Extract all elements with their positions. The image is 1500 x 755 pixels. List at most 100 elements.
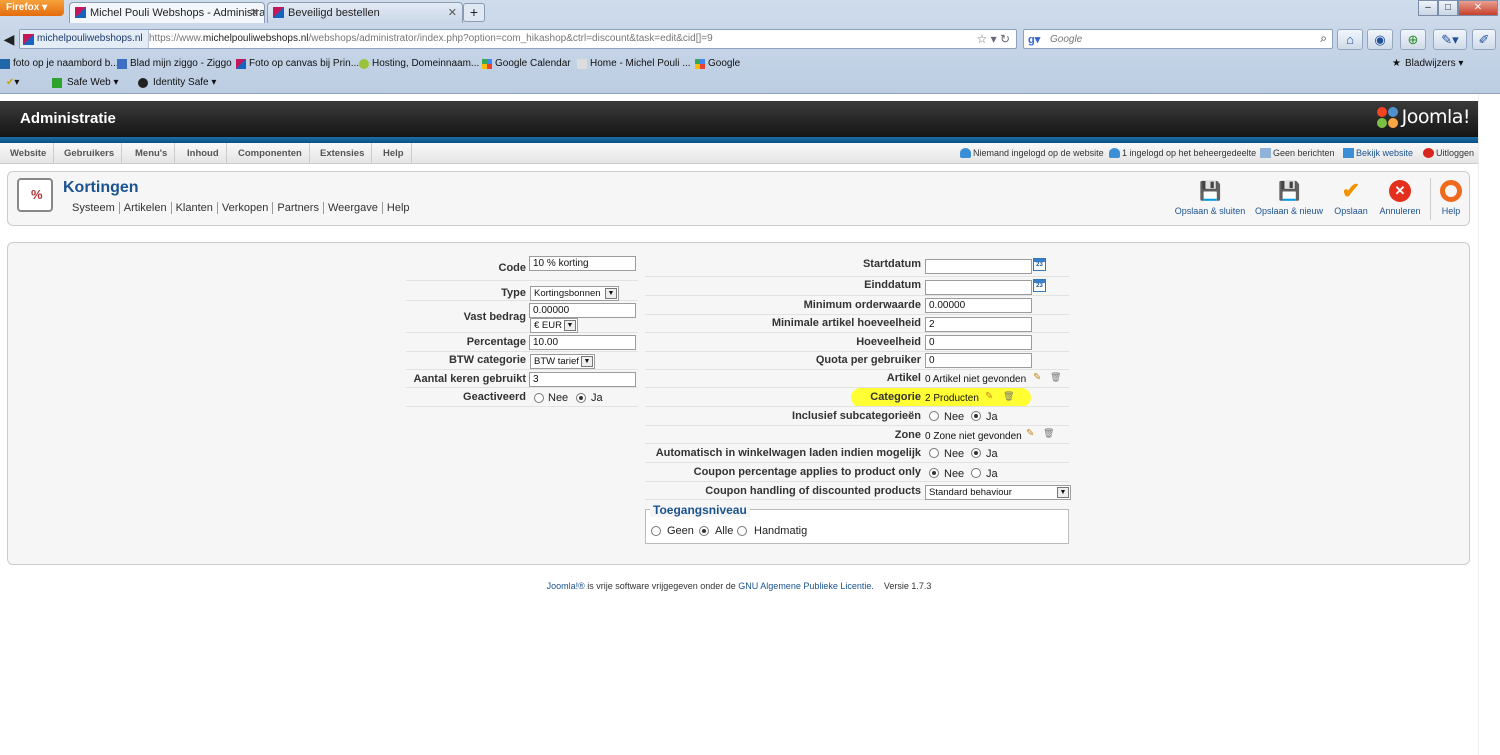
download-icon[interactable]: ⊕ (1400, 29, 1426, 50)
coupon-pct-no-radio[interactable] (929, 468, 939, 478)
submenu-help[interactable]: Help (383, 202, 414, 214)
percentage-input[interactable]: 10.00 (529, 335, 636, 350)
bookmarks-menu[interactable]: ★ Bladwijzers ▾ (1392, 58, 1463, 69)
submenu-products[interactable]: Artikelen (119, 202, 172, 214)
subcat-no-radio[interactable] (929, 411, 939, 421)
edit-icon[interactable]: ✎ (1033, 372, 1044, 383)
bookmark-item[interactable]: Hosting, Domeinnaam... (359, 58, 479, 69)
subcat-yes-label: Ja (986, 411, 998, 423)
page-scrollbar[interactable] (1478, 94, 1500, 755)
end-date-input[interactable] (925, 280, 1032, 295)
subcat-yes-radio[interactable] (971, 411, 981, 421)
bookmark-item[interactable]: Google (695, 58, 740, 69)
admin-users-icon (1109, 148, 1120, 158)
extension-icon[interactable]: ✐ (1472, 29, 1496, 50)
new-tab-button[interactable]: + (463, 3, 485, 22)
qty-input[interactable]: 0 (925, 335, 1032, 350)
active-no-radio[interactable] (534, 393, 544, 403)
menu-content[interactable]: Inhoud (180, 143, 227, 163)
firefox-menu-button[interactable]: Firefox ▾ (0, 0, 64, 16)
calendar-icon[interactable]: 23 (1033, 279, 1046, 292)
currency-select[interactable]: € EUR ▼ (530, 318, 578, 333)
maximize-button[interactable]: □ (1438, 0, 1458, 16)
save-button[interactable]: ✔ Opslaan (1332, 180, 1370, 220)
active-yes-radio[interactable] (576, 393, 586, 403)
reload-icon[interactable]: ↻ (1000, 32, 1010, 46)
close-window-button[interactable]: ✕ (1458, 0, 1498, 16)
submenu-system[interactable]: Systeem (68, 202, 120, 214)
menu-extensions[interactable]: Extensies (313, 143, 373, 163)
joomla-logo[interactable]: Joomla! (1376, 106, 1471, 129)
code-input[interactable]: 10 % korting (529, 256, 636, 271)
url-bar[interactable]: michelpouliwebshops.nl https://www.miche… (19, 29, 1017, 49)
bookmark-item[interactable]: Google Calendar (482, 58, 571, 69)
close-tab-icon[interactable]: ✕ (250, 6, 259, 19)
addon-icon[interactable]: ◉ (1367, 29, 1393, 50)
min-qty-input[interactable]: 2 (925, 317, 1032, 332)
access-none-radio[interactable] (651, 526, 661, 536)
logout-text: Uitloggen (1436, 148, 1475, 158)
tax-select[interactable]: BTW tarief ▼ (530, 354, 595, 369)
delete-icon[interactable]: 🗑 (1003, 391, 1014, 402)
quota-input[interactable]: 0 (925, 353, 1032, 368)
submenu-orders[interactable]: Verkopen (217, 202, 274, 214)
dropdown-icon[interactable]: ▾ (991, 32, 997, 46)
help-button[interactable]: Help (1437, 180, 1465, 220)
bookmark-item[interactable]: Blad mijn ziggo - Ziggo (117, 58, 232, 69)
search-input[interactable] (1050, 32, 1310, 46)
bookmark-item[interactable]: Home - Michel Pouli ... (577, 58, 691, 69)
autoload-yes-radio[interactable] (971, 448, 981, 458)
menu-menus[interactable]: Menu's (128, 143, 176, 163)
tools-icon[interactable]: ✎▾ (1433, 29, 1467, 50)
safe-web-button[interactable]: Safe Web ▾ (52, 77, 119, 88)
tab-checkout[interactable]: Beveiligd bestellen ✕ (267, 2, 463, 23)
autoload-no-radio[interactable] (929, 448, 939, 458)
fixed-amount-input[interactable]: 0.00000 (529, 303, 636, 318)
menu-components[interactable]: Componenten (231, 143, 310, 163)
subcategories-label: Inclusief subcategorieën (792, 410, 921, 422)
google-search-engine-icon[interactable]: g▾ (1028, 33, 1040, 46)
view-site-link[interactable]: Bekijk website (1343, 148, 1413, 158)
coupon-handling-select[interactable]: Standard behaviour ▼ (925, 485, 1071, 500)
edit-icon[interactable]: ✎ (985, 391, 996, 402)
min-order-input[interactable]: 0.00000 (925, 298, 1032, 313)
submenu-display[interactable]: Weergave (323, 202, 383, 214)
save-close-button[interactable]: 💾 Opslaan & sluiten (1174, 180, 1246, 220)
identity-safe-button[interactable]: Identity Safe ▾ (138, 77, 216, 88)
calendar-icon[interactable]: 23 (1033, 258, 1046, 271)
search-bar[interactable]: g▾ ⌕ (1023, 29, 1333, 49)
minimize-button[interactable]: – (1418, 0, 1438, 16)
submenu-partners[interactable]: Partners (273, 202, 324, 214)
norton-check-icon[interactable]: ✔▾ (6, 77, 19, 88)
close-tab-icon[interactable]: ✕ (448, 6, 457, 19)
joomla-link[interactable]: Joomla!® (547, 581, 585, 591)
menu-help[interactable]: Help (376, 143, 412, 163)
delete-icon[interactable]: 🗑 (1050, 372, 1061, 383)
back-arrow-icon[interactable]: ◀ (0, 29, 18, 49)
cancel-button[interactable]: ✕ Annuleren (1377, 180, 1423, 220)
home-icon[interactable]: ⌂ (1337, 29, 1363, 50)
messages-text: Geen berichten (1273, 148, 1335, 158)
bookmark-item[interactable]: foto op je naambord b... (0, 58, 119, 69)
site-identity-button[interactable]: michelpouliwebshops.nl (20, 30, 149, 48)
start-date-input[interactable] (925, 259, 1032, 274)
menu-website[interactable]: Website (3, 143, 55, 163)
logout-link[interactable]: Uitloggen (1423, 148, 1474, 158)
access-all-radio[interactable] (699, 526, 709, 536)
star-icon[interactable]: ☆ (976, 32, 987, 46)
edit-icon[interactable]: ✎ (1026, 428, 1037, 439)
tab-bar: Firefox ▾ Michel Pouli Webshops - Admini… (0, 0, 1500, 23)
access-manual-radio[interactable] (737, 526, 747, 536)
coupon-pct-yes-radio[interactable] (971, 468, 981, 478)
used-input[interactable]: 3 (529, 372, 636, 387)
license-link[interactable]: GNU Algemene Publieke Licentie. (738, 581, 874, 591)
delete-icon[interactable]: 🗑 (1043, 428, 1054, 439)
menu-users[interactable]: Gebruikers (57, 143, 123, 163)
messages-status[interactable]: Geen berichten (1260, 148, 1335, 158)
type-select[interactable]: Kortingsbonnen ▼ (530, 286, 619, 301)
search-icon[interactable]: ⌕ (1320, 31, 1327, 46)
tab-admin[interactable]: Michel Pouli Webshops - Administratie ✕ (69, 2, 265, 23)
submenu-customers[interactable]: Klanten (171, 202, 218, 214)
bookmark-item[interactable]: Foto op canvas bij Prin... (236, 58, 359, 69)
save-new-button[interactable]: 💾 Opslaan & nieuw (1253, 180, 1325, 220)
